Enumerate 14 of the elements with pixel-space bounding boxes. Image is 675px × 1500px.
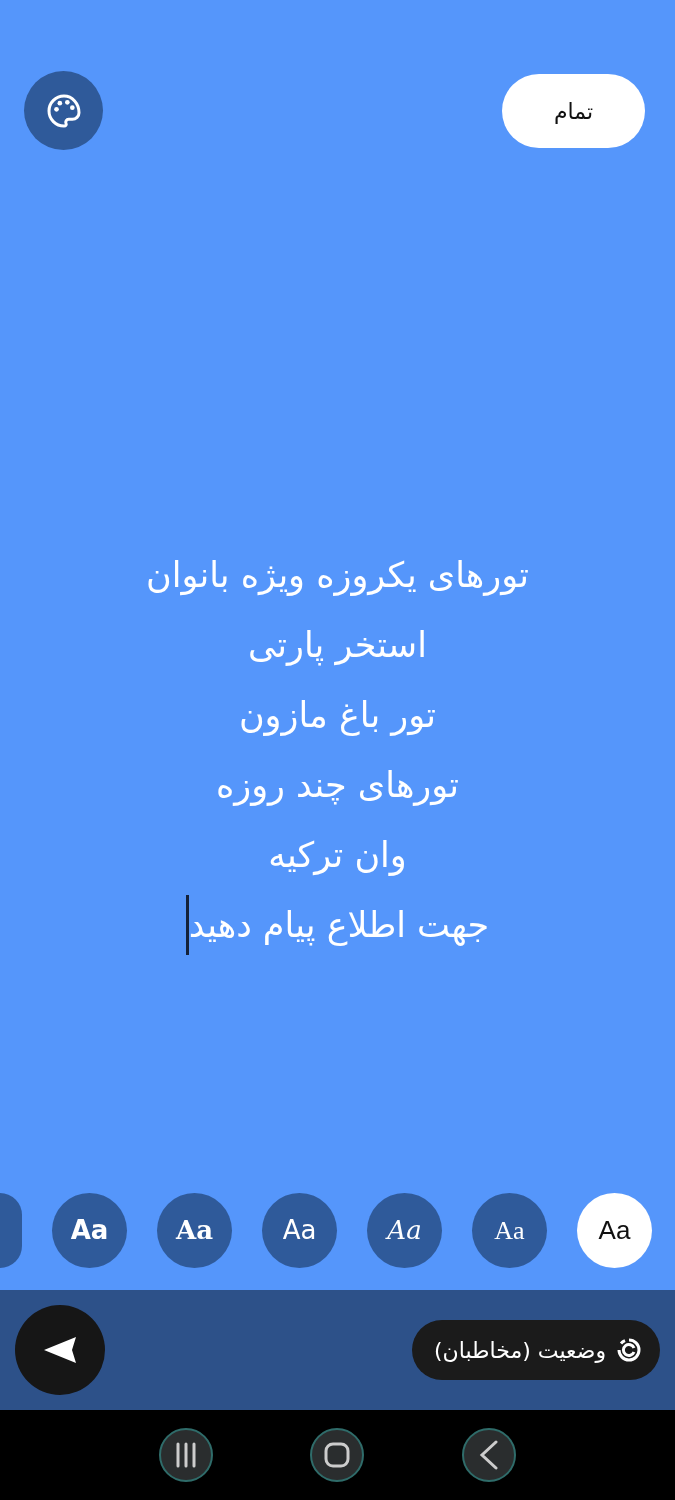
font-option[interactable]: Aa (367, 1193, 442, 1268)
status-text-line: جهت اطلاع پیام دهید (188, 904, 490, 948)
font-option[interactable]: Aa (52, 1193, 127, 1268)
status-text-line: تورهای یکروزه ویژه بانوان (145, 554, 530, 598)
status-text-line: تورهای چند روزه (215, 764, 460, 808)
font-option[interactable]: Aa (472, 1193, 547, 1268)
status-audience-button[interactable]: وضعیت (مخاطبان) (412, 1320, 660, 1380)
font-option[interactable]: Aa (262, 1193, 337, 1268)
font-option[interactable]: Aa (157, 1193, 232, 1268)
status-text-line: وان ترکیه (268, 834, 407, 878)
status-text-line: تور باغ مازون (238, 694, 437, 738)
font-option[interactable]: Aa (577, 1193, 652, 1268)
done-button[interactable]: تمام (502, 74, 645, 148)
status-text-line: استخر پارتی (248, 624, 427, 668)
